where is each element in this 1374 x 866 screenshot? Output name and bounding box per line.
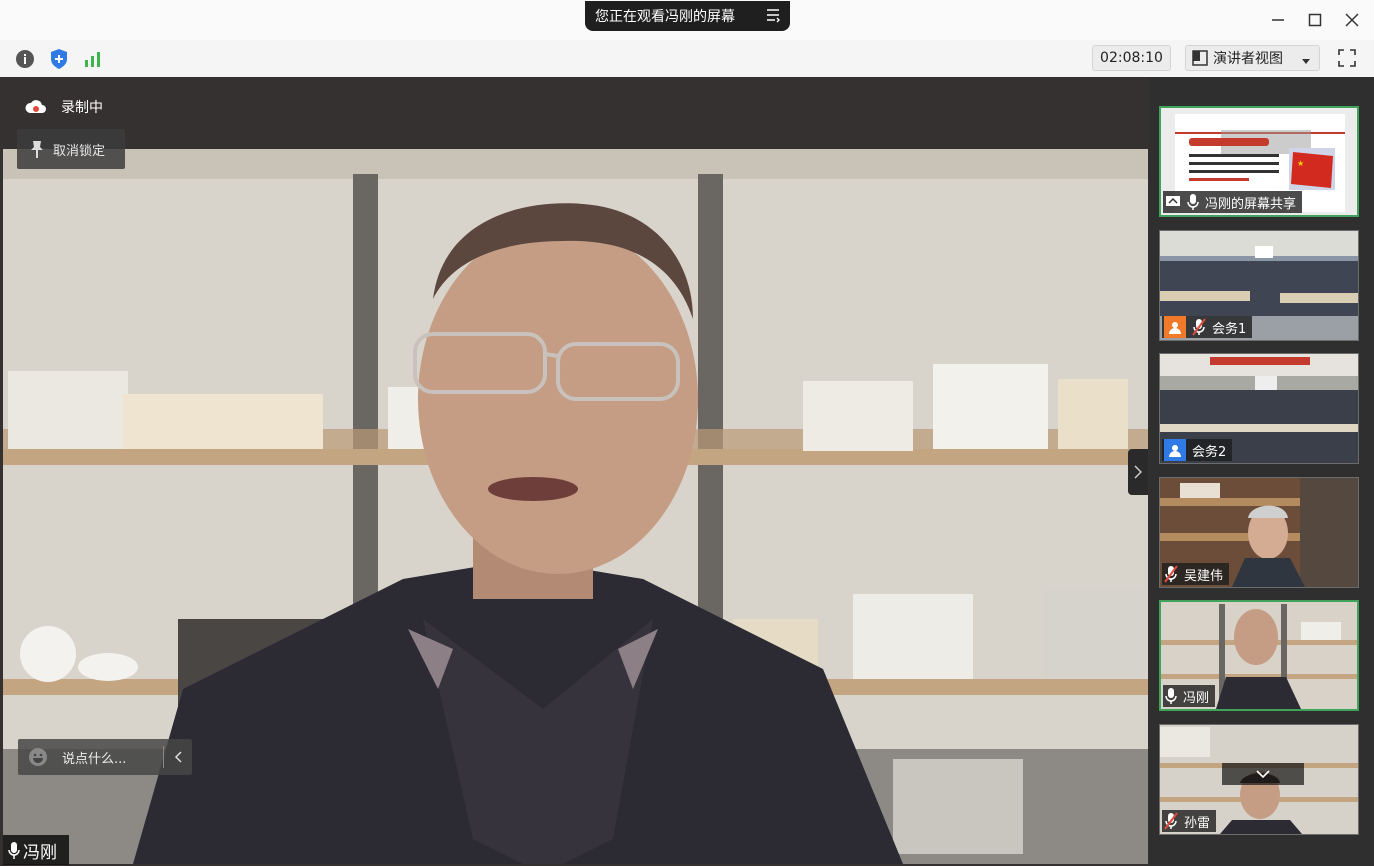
tile-label: 冯刚的屏幕共享	[1163, 191, 1303, 213]
user-avatar-icon	[1164, 439, 1186, 461]
participant-name: 冯刚的屏幕共享	[1205, 196, 1297, 212]
main-video-area: 录制中 取消锁定 说点什么... 冯刚	[0, 77, 1149, 866]
microphone-icon	[7, 840, 21, 860]
muted-microphone-icon	[1164, 812, 1178, 830]
title-bar: 您正在观看冯刚的屏幕	[0, 0, 1374, 40]
participant-tile[interactable]: ★ 冯刚的屏幕共享	[1159, 106, 1359, 217]
user-avatar-icon	[1164, 316, 1186, 338]
tile-label: 孙雷	[1162, 810, 1217, 832]
view-mode-label: 演讲者视图	[1213, 51, 1283, 67]
menu-icon[interactable]	[766, 7, 780, 23]
tile-label: 会务1	[1162, 316, 1253, 338]
fullscreen-button[interactable]	[1334, 45, 1360, 71]
chevron-right-icon	[1134, 465, 1142, 479]
meeting-timer: 02:08:10	[1092, 45, 1171, 71]
info-icon[interactable]	[13, 47, 37, 71]
chat-input[interactable]: 说点什么...	[62, 748, 163, 767]
fullscreen-icon	[1338, 49, 1356, 67]
tile-label: 会务2	[1162, 439, 1233, 461]
pin-icon	[31, 140, 43, 158]
chevron-left-icon[interactable]	[163, 746, 192, 768]
tile-label: 吴建伟	[1162, 563, 1230, 585]
banner-text: 您正在观看冯刚的屏幕	[595, 9, 735, 25]
participant-name: 吴建伟	[1184, 568, 1224, 584]
microphone-icon	[1165, 687, 1177, 705]
svg-text:★: ★	[1297, 159, 1304, 168]
screen-share-icon	[1165, 195, 1181, 209]
participant-tile[interactable]: 冯刚	[1159, 600, 1359, 711]
emoji-icon[interactable]	[28, 747, 48, 767]
microphone-icon	[1187, 193, 1199, 211]
recording-indicator: 录制中	[25, 97, 103, 117]
chat-bar[interactable]: 说点什么...	[18, 739, 192, 775]
participant-name: 冯刚	[1183, 690, 1210, 706]
unlock-button[interactable]: 取消锁定	[17, 129, 125, 169]
recording-label: 录制中	[61, 100, 103, 116]
cloud-record-icon	[25, 99, 47, 115]
security-shield-icon[interactable]	[47, 47, 71, 71]
layout-icon	[1192, 50, 1208, 66]
participant-tile[interactable]: 会务2	[1159, 353, 1359, 464]
caret-down-icon	[1301, 54, 1311, 70]
toolbar: 02:08:10 演讲者视图	[0, 40, 1374, 78]
speaker-name-tag: 冯刚	[3, 835, 69, 865]
unlock-label: 取消锁定	[53, 143, 106, 159]
screen-share-banner[interactable]: 您正在观看冯刚的屏幕	[585, 1, 790, 31]
network-signal-icon[interactable]	[81, 47, 105, 71]
participant-name: 会务1	[1212, 321, 1247, 337]
participant-tile[interactable]: 会务1	[1159, 230, 1359, 341]
maximize-button[interactable]	[1303, 8, 1327, 32]
participant-name: 会务2	[1192, 444, 1227, 460]
close-button[interactable]	[1340, 8, 1364, 32]
participant-name: 孙雷	[1184, 815, 1211, 831]
muted-microphone-icon	[1164, 565, 1178, 583]
speaker-name: 冯刚	[23, 842, 57, 863]
muted-microphone-icon	[1192, 318, 1206, 336]
minimize-button[interactable]	[1266, 8, 1290, 32]
collapse-sidebar-button[interactable]	[1128, 449, 1148, 495]
participant-sidebar: ★ 冯刚的屏幕共享 会务1 会务2 吴建伟 冯刚 孙雷	[1149, 77, 1374, 866]
view-mode-select[interactable]: 演讲者视图	[1185, 45, 1320, 71]
chevron-down-icon	[1256, 770, 1270, 778]
scroll-down-button[interactable]	[1222, 763, 1304, 785]
participant-tile[interactable]: 吴建伟	[1159, 477, 1359, 588]
tile-label: 冯刚	[1163, 685, 1216, 707]
